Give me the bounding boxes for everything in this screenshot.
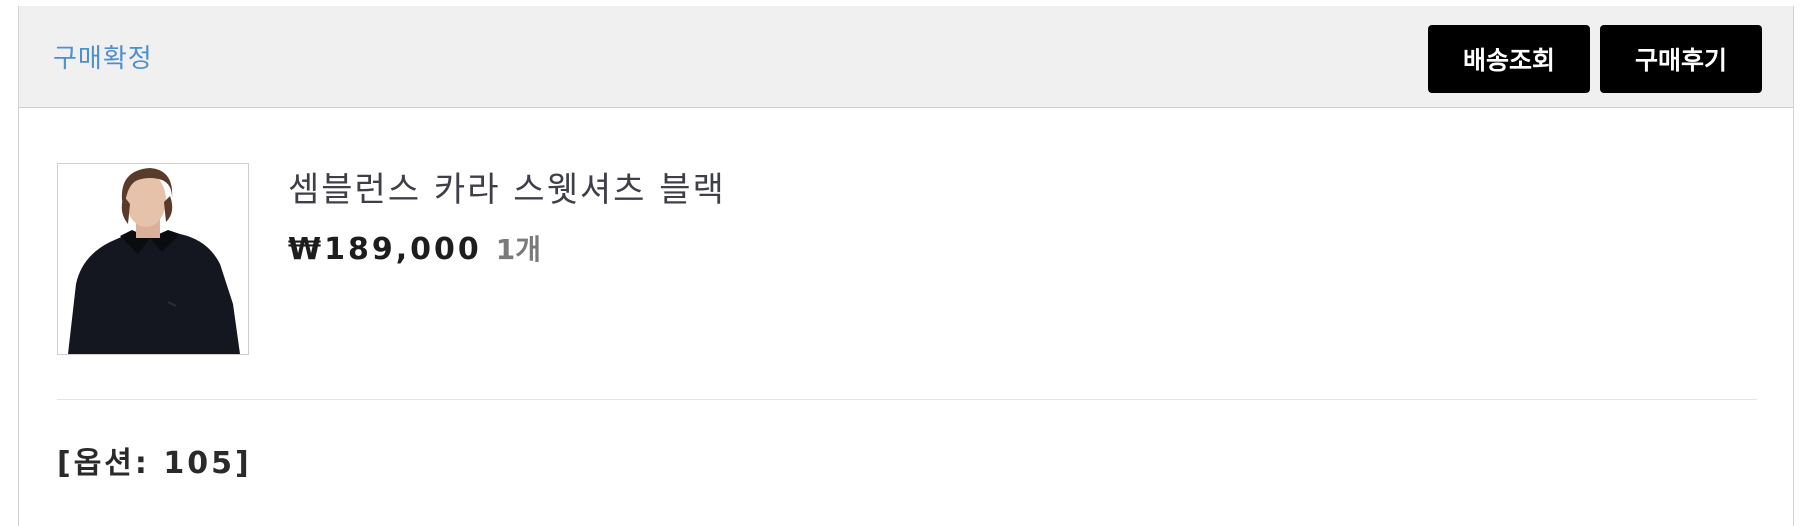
- order-card: 구매확정 배송조회 구매후기 셈블런스 카라 스웻셔츠 블랙 ₩189,000 …: [18, 6, 1794, 526]
- review-button[interactable]: 구매후기: [1600, 25, 1762, 93]
- price-row: ₩189,000 1개: [288, 228, 541, 268]
- product-quantity: 1개: [495, 233, 541, 266]
- product-photo-model: [58, 164, 248, 354]
- product-image[interactable]: [57, 163, 249, 355]
- divider: [57, 399, 1757, 400]
- product-name[interactable]: 셈블런스 카라 스웻셔츠 블랙: [288, 162, 726, 211]
- order-header: 구매확정 배송조회 구매후기: [19, 6, 1793, 108]
- tracking-button[interactable]: 배송조회: [1428, 25, 1590, 93]
- product-price: ₩189,000: [288, 232, 482, 267]
- product-option: [옵션: 105]: [57, 446, 252, 481]
- order-status-label: 구매확정: [53, 44, 153, 74]
